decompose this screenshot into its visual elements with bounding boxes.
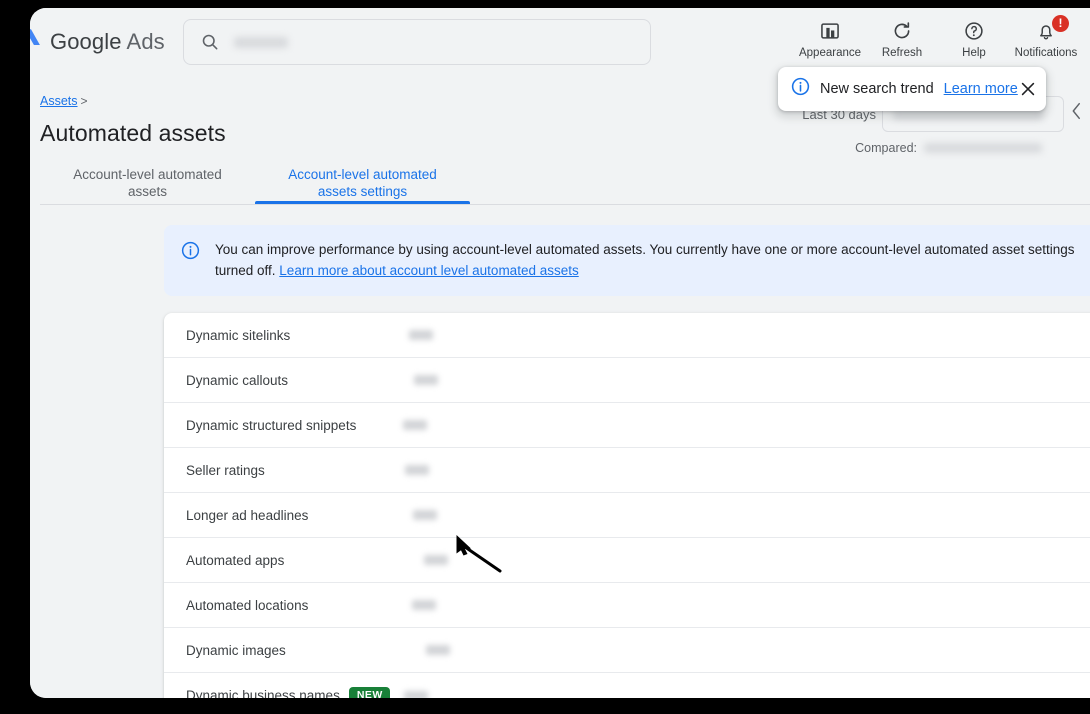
app-header: Google Ads xxxxxx — [30, 8, 1090, 76]
tab-account-level-automated-assets-settings[interactable]: Account-level automated assets settings — [255, 160, 470, 204]
setting-row-status-value[interactable] — [425, 645, 450, 655]
setting-row-label: Dynamic sitelinks — [186, 327, 291, 343]
info-banner: You can improve performance by using acc… — [164, 225, 1090, 296]
search-icon — [200, 32, 220, 52]
search-input-value[interactable]: xxxxxx — [234, 36, 288, 48]
tab-account-level-automated-assets[interactable]: Account-level automated assets — [40, 160, 255, 204]
google-ads-logo-icon — [30, 26, 42, 58]
search-input[interactable]: xxxxxx — [183, 19, 651, 65]
setting-row[interactable]: Dynamic structured snippets — [164, 403, 1090, 448]
page-title: Automated assets — [40, 120, 226, 146]
main-content: You can improve performance by using acc… — [30, 205, 1090, 698]
setting-row[interactable]: Automated apps — [164, 538, 1090, 583]
info-outline-icon — [180, 240, 201, 266]
logo-ads-text: Ads — [126, 29, 165, 54]
close-icon[interactable] — [1018, 79, 1038, 99]
screenshot-viewport: Google Ads xxxxxx — [0, 0, 1090, 714]
notifications-button[interactable]: ! Notifications — [1010, 15, 1082, 59]
setting-row-label: Longer ad headlines — [186, 507, 309, 523]
setting-row-status-value[interactable] — [408, 330, 433, 340]
breadcrumb-separator: > — [80, 94, 88, 108]
new-badge: NEW — [348, 687, 390, 698]
header-actions: Appearance Refresh Help ! Notifications — [794, 15, 1082, 59]
breadcrumb-item-assets[interactable]: Assets — [40, 94, 78, 108]
tab-label: Account-level automated assets settings — [288, 167, 437, 199]
setting-row-status-value[interactable] — [424, 555, 449, 565]
setting-row-label: Dynamic structured snippets — [186, 417, 357, 433]
compared-value: xxxxxxxxxx — [924, 143, 1042, 153]
compared-range-row: Compared: xxxxxxxxxx — [764, 141, 1064, 155]
refresh-button[interactable]: Refresh — [866, 16, 938, 59]
setting-row[interactable]: Longer ad headlines — [164, 493, 1090, 538]
toast-message: New search trend — [820, 81, 934, 97]
info-banner-link[interactable]: Learn more about account level automated… — [279, 263, 578, 278]
tab-label: Account-level automated assets — [73, 167, 222, 199]
logo-wordmark: Google Ads — [50, 29, 165, 55]
setting-row-label: Automated apps — [186, 552, 285, 568]
setting-row-status-value[interactable] — [413, 375, 438, 385]
setting-row[interactable]: Seller ratings — [164, 448, 1090, 493]
compared-label: Compared: — [855, 141, 917, 155]
logo-google-text: Google — [50, 29, 122, 54]
setting-row-label: Automated locations — [186, 597, 309, 613]
browser-window: Google Ads xxxxxx — [30, 8, 1090, 698]
appearance-button[interactable]: Appearance — [794, 16, 866, 59]
setting-row-status-value[interactable] — [412, 600, 437, 610]
breadcrumb: Assets > — [40, 94, 88, 108]
notifications-label: Notifications — [1014, 47, 1078, 59]
help-button[interactable]: Help — [938, 16, 1010, 59]
appearance-icon — [819, 20, 841, 42]
refresh-label: Refresh — [881, 47, 923, 59]
appearance-label: Appearance — [798, 47, 862, 59]
google-ads-logo[interactable]: Google Ads — [30, 22, 165, 62]
setting-row-label: Seller ratings — [186, 462, 265, 478]
setting-row[interactable]: Dynamic images — [164, 628, 1090, 673]
chevron-left-icon[interactable] — [1064, 96, 1088, 126]
setting-row-status-value[interactable] — [404, 465, 429, 475]
tab-bar: Account-level automated assets Account-l… — [40, 160, 1090, 206]
toast-learn-more-link[interactable]: Learn more — [944, 81, 1018, 97]
setting-row-label: Dynamic callouts — [186, 372, 289, 388]
setting-row[interactable]: Dynamic callouts — [164, 358, 1090, 403]
setting-row[interactable]: Dynamic business names NEW — [164, 673, 1090, 698]
notifications-badge: ! — [1052, 15, 1069, 32]
setting-row-label: Dynamic business names — [186, 688, 340, 698]
automated-assets-settings-card: Dynamic sitelinks Dynamic callouts Dynamic… — [164, 313, 1090, 698]
search-trend-toast: New search trend Learn more — [778, 67, 1046, 111]
setting-row[interactable]: Dynamic sitelinks — [164, 313, 1090, 358]
setting-row-label: Dynamic images — [186, 642, 286, 658]
info-banner-text: You can improve performance by using acc… — [215, 239, 1090, 281]
help-label: Help — [962, 47, 986, 59]
help-icon — [963, 20, 985, 42]
info-icon — [790, 76, 811, 102]
refresh-icon — [891, 20, 913, 42]
setting-row-status-value[interactable] — [403, 690, 428, 698]
setting-row-status-value[interactable] — [412, 510, 437, 520]
setting-row[interactable]: Automated locations — [164, 583, 1090, 628]
setting-row-status-value[interactable] — [403, 420, 428, 430]
